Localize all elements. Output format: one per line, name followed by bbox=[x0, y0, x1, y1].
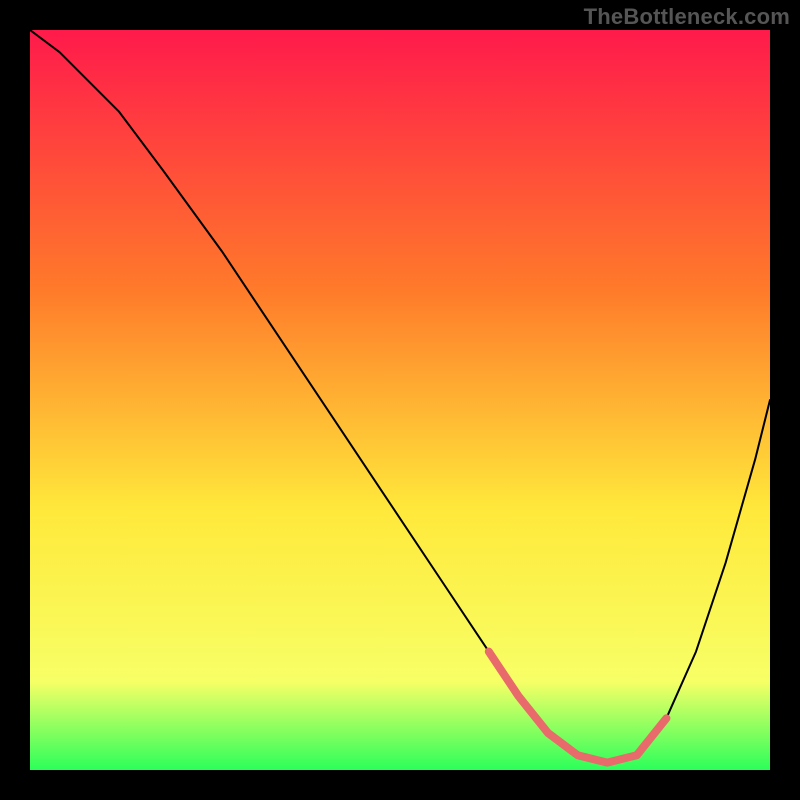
bottleneck-chart bbox=[30, 30, 770, 770]
chart-frame: TheBottleneck.com bbox=[0, 0, 800, 800]
watermark-text: TheBottleneck.com bbox=[584, 4, 790, 30]
